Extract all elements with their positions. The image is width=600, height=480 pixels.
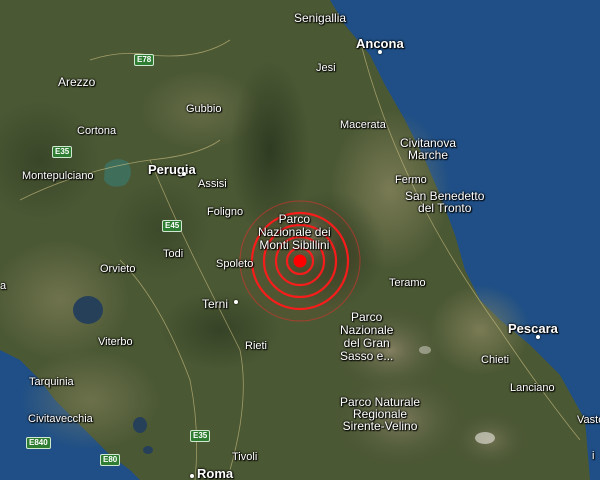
- road-shield-e35-north: E35: [52, 146, 73, 158]
- label-orvieto: Orvieto: [100, 263, 136, 275]
- label-gubbio: Gubbio: [186, 103, 222, 115]
- label-teramo: Teramo: [389, 277, 426, 289]
- label-terni: Terni: [202, 297, 229, 311]
- label-tarquinia: Tarquinia: [29, 376, 74, 388]
- label-rieti: Rieti: [245, 340, 268, 352]
- label-macerata: Macerata: [340, 119, 386, 131]
- label-civitanova-marche: Civitanova Marche: [400, 136, 457, 162]
- road-shield-e78: E78: [134, 54, 155, 66]
- city-dot-ancona: [378, 50, 382, 54]
- city-dot-perugia: [182, 172, 186, 176]
- label-chieti: Chieti: [481, 354, 510, 366]
- map-view[interactable]: Senigallia Ancona Jesi Arezzo Gubbio Cor…: [0, 0, 600, 480]
- label-assisi: Assisi: [198, 178, 227, 190]
- lake-vico: [133, 417, 147, 433]
- label-edge-a: a: [0, 280, 7, 292]
- city-dot-roma: [190, 474, 194, 478]
- label-tivoli: Tivoli: [232, 451, 258, 463]
- city-dot-terni: [234, 300, 238, 304]
- label-ancona: Ancona: [356, 36, 404, 51]
- label-jesi: Jesi: [316, 62, 336, 74]
- label-perugia: Perugia: [148, 162, 196, 177]
- label-pescara: Pescara: [508, 321, 558, 336]
- label-vasto: Vasto: [577, 414, 600, 426]
- label-edge-i: i: [592, 450, 595, 462]
- label-senigallia: Senigallia: [294, 11, 347, 25]
- road-shield-e35-south: E35: [190, 430, 211, 442]
- road-shield-e840: E840: [26, 437, 51, 449]
- label-san-benedetto: San Benedetto del Tronto: [405, 189, 485, 215]
- label-montepulciano: Montepulciano: [22, 170, 94, 182]
- label-roma: Roma: [197, 466, 234, 480]
- label-arezzo: Arezzo: [58, 75, 96, 89]
- label-gran-sasso: Parco Nazionale del Gran Sasso e...: [340, 310, 394, 363]
- label-todi: Todi: [163, 248, 184, 260]
- label-lanciano: Lanciano: [510, 382, 555, 394]
- label-fermo: Fermo: [395, 174, 427, 186]
- label-foligno: Foligno: [207, 206, 244, 218]
- label-sirente-velino: Parco Naturale Regionale Sirente-Velino: [340, 395, 421, 433]
- lake-bolsena: [73, 296, 103, 324]
- road-shield-e45: E45: [162, 220, 183, 232]
- city-dot-pescara: [536, 335, 540, 339]
- label-viterbo: Viterbo: [98, 336, 133, 348]
- lake-trasimeno: [104, 159, 131, 187]
- label-civitavecchia: Civitavecchia: [28, 413, 93, 425]
- label-spoleto: Spoleto: [216, 258, 254, 270]
- label-monti-sibillini: Parco Nazionale dei Monti Sibillini: [258, 212, 331, 252]
- road-shield-e80: E80: [100, 454, 121, 466]
- label-cortona: Cortona: [77, 125, 117, 137]
- lake-bracciano: [143, 446, 153, 454]
